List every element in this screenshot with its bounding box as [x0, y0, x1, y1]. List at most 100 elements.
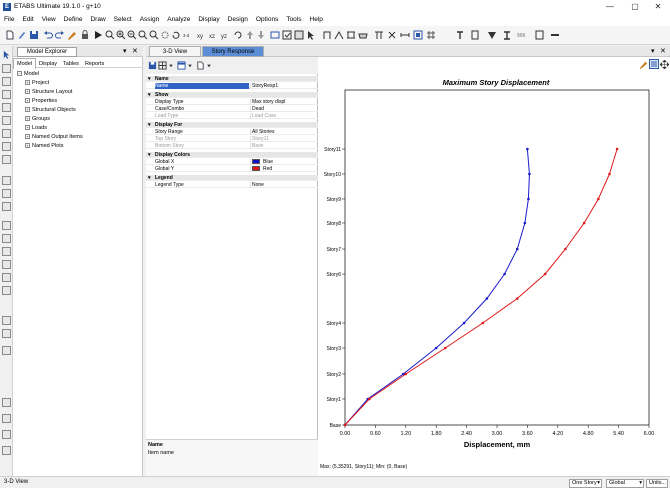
- tree-node-model[interactable]: − Model: [17, 71, 39, 78]
- quick-draw-floor-icon[interactable]: [2, 446, 11, 455]
- menu-select[interactable]: Select: [110, 14, 136, 26]
- prop-value[interactable]: Dead: [250, 106, 318, 112]
- object-shrink-icon[interactable]: [270, 30, 280, 40]
- dropdown-arrow-icon[interactable]: [187, 61, 193, 70]
- text-label-icon[interactable]: [455, 30, 465, 40]
- snap-perpendicular-icon[interactable]: [2, 260, 11, 269]
- prop-row-display-type[interactable]: Display Type Max story displ: [146, 99, 318, 105]
- measure-area-icon[interactable]: [2, 329, 11, 338]
- plan-view-icon[interactable]: xy: [197, 30, 207, 40]
- move-up-icon[interactable]: [245, 30, 255, 40]
- display-options-icon[interactable]: [649, 59, 659, 69]
- draw-dimension-icon[interactable]: [400, 30, 410, 40]
- draw-floor-icon[interactable]: [2, 116, 11, 125]
- prop-row-case-combo[interactable]: Case/Combo Dead: [146, 106, 318, 112]
- tree-node-structure-layout[interactable]: + Structure Layout: [25, 89, 72, 96]
- menu-tools[interactable]: Tools: [282, 14, 305, 26]
- draw-slab-icon[interactable]: [358, 30, 368, 40]
- undo-icon[interactable]: [43, 30, 53, 40]
- explorer-pin-icon[interactable]: ▾: [123, 47, 127, 56]
- steel-frame-design-icon[interactable]: SSS: [517, 30, 527, 40]
- quick-draw-beam-icon[interactable]: [2, 398, 11, 407]
- category-legend[interactable]: ▾ Legend: [146, 175, 318, 181]
- redo-icon[interactable]: [55, 30, 65, 40]
- explorer-tab-display[interactable]: Display: [36, 59, 60, 69]
- expand-icon[interactable]: +: [25, 80, 30, 85]
- dropdown-arrow-icon[interactable]: [168, 61, 174, 70]
- quick-draw-brace-icon[interactable]: [2, 430, 11, 439]
- tab-pin-icon[interactable]: ▾: [651, 47, 655, 56]
- menu-draw[interactable]: Draw: [86, 14, 109, 26]
- draw-joint-icon[interactable]: [2, 64, 11, 73]
- prop-value[interactable]: Max story displ: [250, 99, 318, 105]
- get-previous-selection-icon[interactable]: [2, 189, 11, 198]
- explorer-tab-reports[interactable]: Reports: [82, 59, 107, 69]
- pan-arrows-icon[interactable]: [660, 60, 669, 69]
- tab-close-icon[interactable]: ✕: [660, 47, 666, 56]
- snap-ends-icon[interactable]: [2, 234, 11, 243]
- menu-assign[interactable]: Assign: [136, 14, 164, 26]
- draw-opening-icon[interactable]: [413, 30, 423, 40]
- set-display-options-icon[interactable]: [282, 30, 292, 40]
- draw-column-icon[interactable]: [2, 90, 11, 99]
- menu-options[interactable]: Options: [252, 14, 282, 26]
- table-icon[interactable]: [177, 61, 186, 70]
- tree-node-project[interactable]: + Project: [25, 80, 49, 87]
- zoom-window-icon[interactable]: [105, 30, 115, 40]
- composite-design-icon[interactable]: [550, 30, 560, 40]
- refresh-icon[interactable]: [171, 30, 181, 40]
- snap-intersection-icon[interactable]: [2, 247, 11, 256]
- measure-length-icon[interactable]: [2, 316, 11, 325]
- clear-selection-icon[interactable]: [2, 202, 11, 211]
- explorer-close-icon[interactable]: ✕: [132, 47, 138, 56]
- snap-points-icon[interactable]: [2, 221, 11, 230]
- pencil-icon[interactable]: [17, 30, 27, 40]
- draw-wall-left-icon[interactable]: [2, 129, 11, 138]
- zoom-previous-icon[interactable]: [138, 30, 148, 40]
- zoom-in-icon[interactable]: [116, 30, 126, 40]
- prop-row-story-range[interactable]: Story Range All Stories: [146, 129, 318, 135]
- prop-row-global-x[interactable]: Global X Blue: [146, 159, 318, 165]
- draw-grid-icon[interactable]: [426, 30, 436, 40]
- expand-icon[interactable]: +: [25, 134, 30, 139]
- pointer-icon[interactable]: [2, 50, 11, 59]
- run-analysis-icon[interactable]: [93, 30, 103, 40]
- tree-node-groups[interactable]: + Groups: [25, 116, 50, 123]
- menu-design[interactable]: Design: [224, 14, 252, 26]
- draw-brace-icon[interactable]: [334, 30, 344, 40]
- menu-display[interactable]: Display: [194, 14, 223, 26]
- prop-value[interactable]: Blue: [250, 159, 318, 165]
- menu-edit[interactable]: Edit: [18, 14, 37, 26]
- expand-icon[interactable]: +: [25, 143, 30, 148]
- zoom-extents-icon[interactable]: [149, 30, 159, 40]
- category-display-colors[interactable]: ▾ Display Colors: [146, 152, 318, 158]
- explorer-tab-model[interactable]: Model: [13, 58, 36, 69]
- force-diagram-icon[interactable]: [487, 30, 497, 40]
- draw-beam-left-icon[interactable]: [2, 103, 11, 112]
- concrete-design-icon[interactable]: [535, 30, 545, 40]
- draw-frame-icon[interactable]: [2, 77, 11, 86]
- menu-file[interactable]: File: [0, 14, 18, 26]
- rotate-icon[interactable]: yz: [221, 30, 231, 40]
- tree-node-named-output-items[interactable]: + Named Output Items: [25, 134, 83, 141]
- draw-area-icon[interactable]: [2, 155, 11, 164]
- category-display-for[interactable]: ▾ Display For: [146, 122, 318, 128]
- close-window-button[interactable]: ✕: [648, 1, 668, 13]
- explorer-tab-tables[interactable]: Tables: [60, 59, 82, 69]
- expand-icon[interactable]: +: [25, 116, 30, 121]
- rotate-3d-icon[interactable]: [233, 30, 243, 40]
- measure-angle-icon[interactable]: [2, 346, 11, 355]
- select-object-icon[interactable]: [306, 30, 316, 40]
- view-3d-icon[interactable]: 3-d: [183, 30, 193, 40]
- elevation-view-icon[interactable]: xz: [209, 30, 219, 40]
- coordinate-system-dropdown[interactable]: Global ▾: [606, 479, 644, 488]
- tab-story-response[interactable]: Story Response: [202, 46, 264, 57]
- category-show[interactable]: ▾ Show: [146, 92, 318, 98]
- dropdown-arrow-icon[interactable]: [206, 61, 212, 70]
- prop-value[interactable]: None: [250, 182, 318, 188]
- lock-icon[interactable]: [80, 30, 90, 40]
- prop-value[interactable]: StoryResp1: [250, 83, 318, 89]
- select-all-icon[interactable]: [2, 176, 11, 185]
- maximize-button[interactable]: ▢: [625, 1, 645, 13]
- menu-help[interactable]: Help: [306, 14, 327, 26]
